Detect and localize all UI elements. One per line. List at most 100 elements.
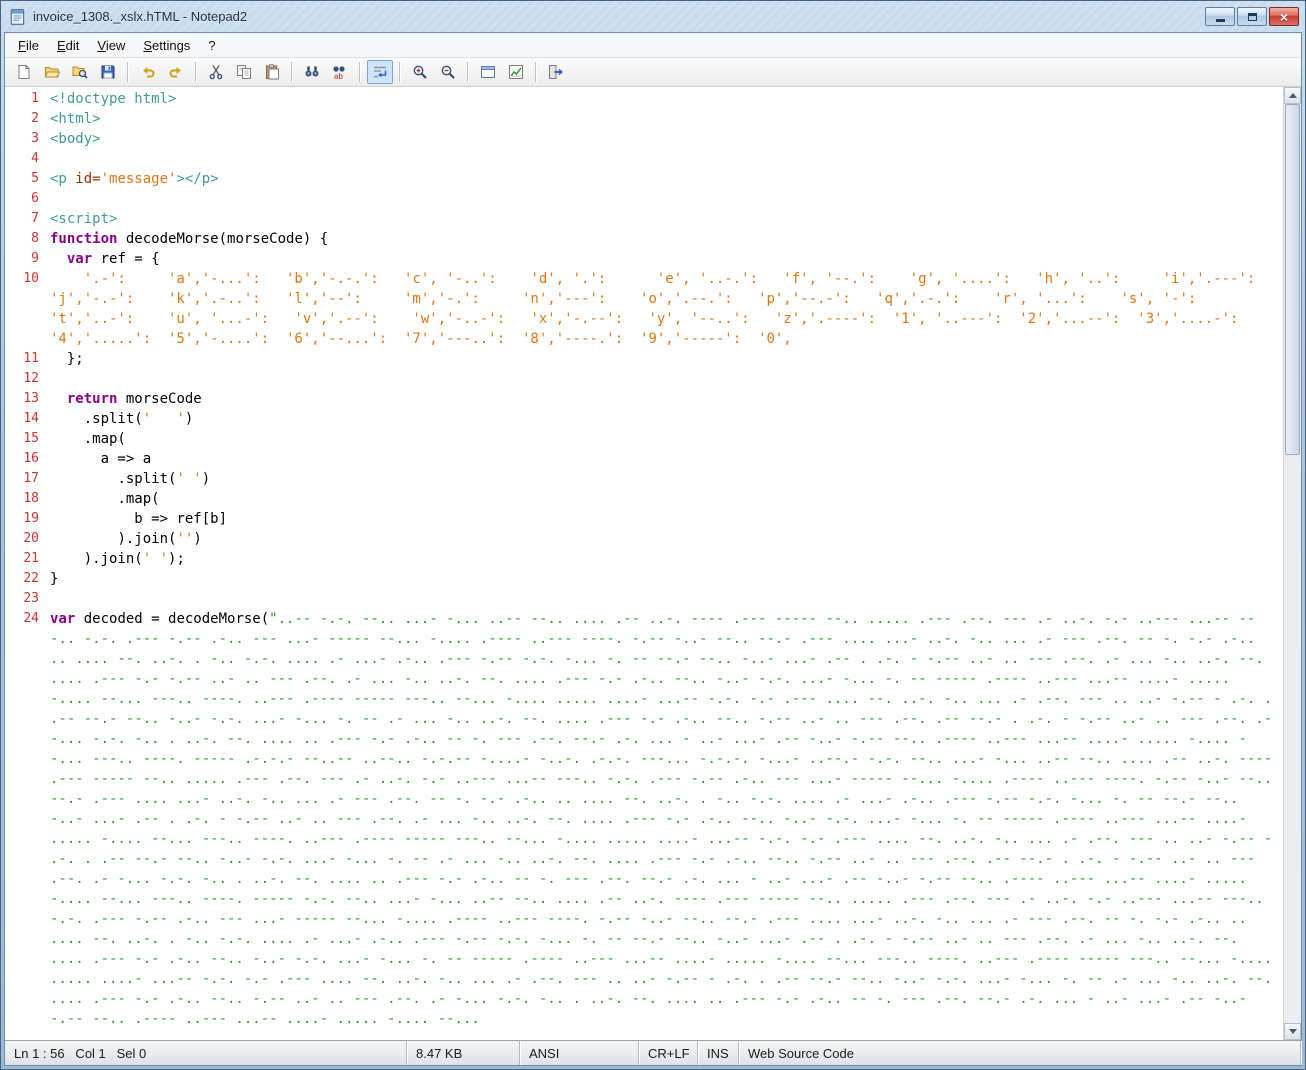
close-button[interactable]: × [1269, 7, 1299, 26]
undo-icon [140, 64, 156, 80]
scrollbar-track[interactable] [1284, 104, 1301, 1023]
code-line: 19 b => ref[b] [5, 509, 1283, 529]
code-line: 14 .split(' ') [5, 409, 1283, 429]
exit-button[interactable] [543, 60, 569, 84]
line-number: 17 [5, 469, 48, 489]
code-text[interactable] [48, 589, 1283, 609]
word-wrap-button[interactable] [367, 60, 393, 84]
menu-settings[interactable]: Settings [134, 35, 199, 56]
find-icon [304, 64, 320, 80]
replace-button[interactable]: ab [327, 60, 353, 84]
code-line: 21 ).join(' '); [5, 549, 1283, 569]
zoom-out-icon [440, 64, 456, 80]
minimize-button[interactable] [1205, 7, 1235, 26]
find-button[interactable] [299, 60, 325, 84]
line-number: 6 [5, 189, 48, 209]
menu-view[interactable]: View [88, 35, 134, 56]
status-file-size: 8.47 KB [407, 1041, 520, 1065]
toolbar-separator [291, 62, 293, 82]
code-text[interactable]: <script> [48, 209, 1283, 229]
code-text[interactable]: var decoded = decodeMorse("..-- -.-. --.… [48, 609, 1283, 1029]
code-text[interactable]: .split(' ') [48, 409, 1283, 429]
code-text[interactable]: a => a [48, 449, 1283, 469]
menu-edit[interactable]: Edit [48, 35, 88, 56]
code-line: 17 .split(' ') [5, 469, 1283, 489]
code-text[interactable]: <p id='message'></p> [48, 169, 1283, 189]
editor-area: 1<!doctype html>2<html>3<body>45<p id='m… [5, 87, 1301, 1040]
code-line: 4 [5, 149, 1283, 169]
code-text[interactable] [48, 149, 1283, 169]
menu-bar: FileEditViewSettings? [5, 33, 1301, 58]
code-editor[interactable]: 1<!doctype html>2<html>3<body>45<p id='m… [5, 87, 1283, 1040]
maximize-icon [1248, 13, 1257, 21]
arrow-up-icon [1289, 93, 1297, 98]
vertical-scrollbar[interactable] [1283, 87, 1301, 1040]
svg-text:ab: ab [334, 72, 343, 80]
paste-button[interactable] [259, 60, 285, 84]
save-file-icon [100, 64, 116, 80]
code-line: 22} [5, 569, 1283, 589]
syntax-scheme-button[interactable] [503, 60, 529, 84]
code-text[interactable]: '.-': 'a','-...': 'b','-.-.': 'c', '-..'… [48, 269, 1283, 349]
code-text[interactable]: b => ref[b] [48, 509, 1283, 529]
long-line-marker-button[interactable] [475, 60, 501, 84]
code-text[interactable]: <html> [48, 109, 1283, 129]
code-text[interactable]: return morseCode [48, 389, 1283, 409]
code-line: 24var decoded = decodeMorse("..-- -.-. -… [5, 609, 1283, 1029]
scroll-down-button[interactable] [1284, 1023, 1301, 1040]
scrollbar-thumb[interactable] [1285, 104, 1300, 455]
save-file-button[interactable] [95, 60, 121, 84]
code-text[interactable]: <body> [48, 129, 1283, 149]
code-text[interactable]: ).join('') [48, 529, 1283, 549]
toolbar-separator [195, 62, 197, 82]
toolbar-separator [359, 62, 361, 82]
copy-button[interactable] [231, 60, 257, 84]
zoom-out-button[interactable] [435, 60, 461, 84]
code-text[interactable] [48, 369, 1283, 389]
line-number: 21 [5, 549, 48, 569]
code-text[interactable]: ).join(' '); [48, 549, 1283, 569]
status-cursor-position: Ln 1 : 56 Col 1 Sel 0 [5, 1041, 407, 1065]
status-syntax-scheme: Web Source Code [739, 1041, 1301, 1065]
code-line: 16 a => a [5, 449, 1283, 469]
scroll-up-button[interactable] [1284, 87, 1301, 104]
redo-button[interactable] [163, 60, 189, 84]
line-number: 2 [5, 109, 48, 129]
code-text[interactable]: function decodeMorse(morseCode) { [48, 229, 1283, 249]
menu-file[interactable]: File [9, 35, 48, 56]
line-number: 4 [5, 149, 48, 169]
open-file-icon [44, 64, 60, 80]
code-line: 3<body> [5, 129, 1283, 149]
code-text[interactable]: .map( [48, 429, 1283, 449]
browse-files-icon [72, 64, 88, 80]
cut-button[interactable] [203, 60, 229, 84]
code-text[interactable]: .map( [48, 489, 1283, 509]
replace-icon: ab [332, 64, 348, 80]
menu-help[interactable]: ? [199, 35, 224, 56]
title-bar[interactable]: invoice_1308._xslx.hTML - Notepad2 × [1, 1, 1305, 32]
syntax-scheme-icon [508, 64, 524, 80]
window-controls: × [1205, 7, 1299, 26]
code-text[interactable]: } [48, 569, 1283, 589]
undo-button[interactable] [135, 60, 161, 84]
line-number: 19 [5, 509, 48, 529]
browse-files-button[interactable] [67, 60, 93, 84]
line-number: 11 [5, 349, 48, 369]
line-number: 13 [5, 389, 48, 409]
code-text[interactable]: <!doctype html> [48, 89, 1283, 109]
code-line: 15 .map( [5, 429, 1283, 449]
status-encoding: ANSI [520, 1041, 639, 1065]
open-file-button[interactable] [39, 60, 65, 84]
code-text[interactable]: var ref = { [48, 249, 1283, 269]
code-text[interactable]: }; [48, 349, 1283, 369]
code-text[interactable]: .split(' ') [48, 469, 1283, 489]
zoom-in-button[interactable] [407, 60, 433, 84]
copy-icon [236, 64, 252, 80]
code-text[interactable] [48, 189, 1283, 209]
long-line-marker-icon [480, 64, 496, 80]
new-file-button[interactable] [11, 60, 37, 84]
line-number: 15 [5, 429, 48, 449]
maximize-button[interactable] [1237, 7, 1267, 26]
code-line: 9 var ref = { [5, 249, 1283, 269]
word-wrap-icon [372, 64, 388, 80]
